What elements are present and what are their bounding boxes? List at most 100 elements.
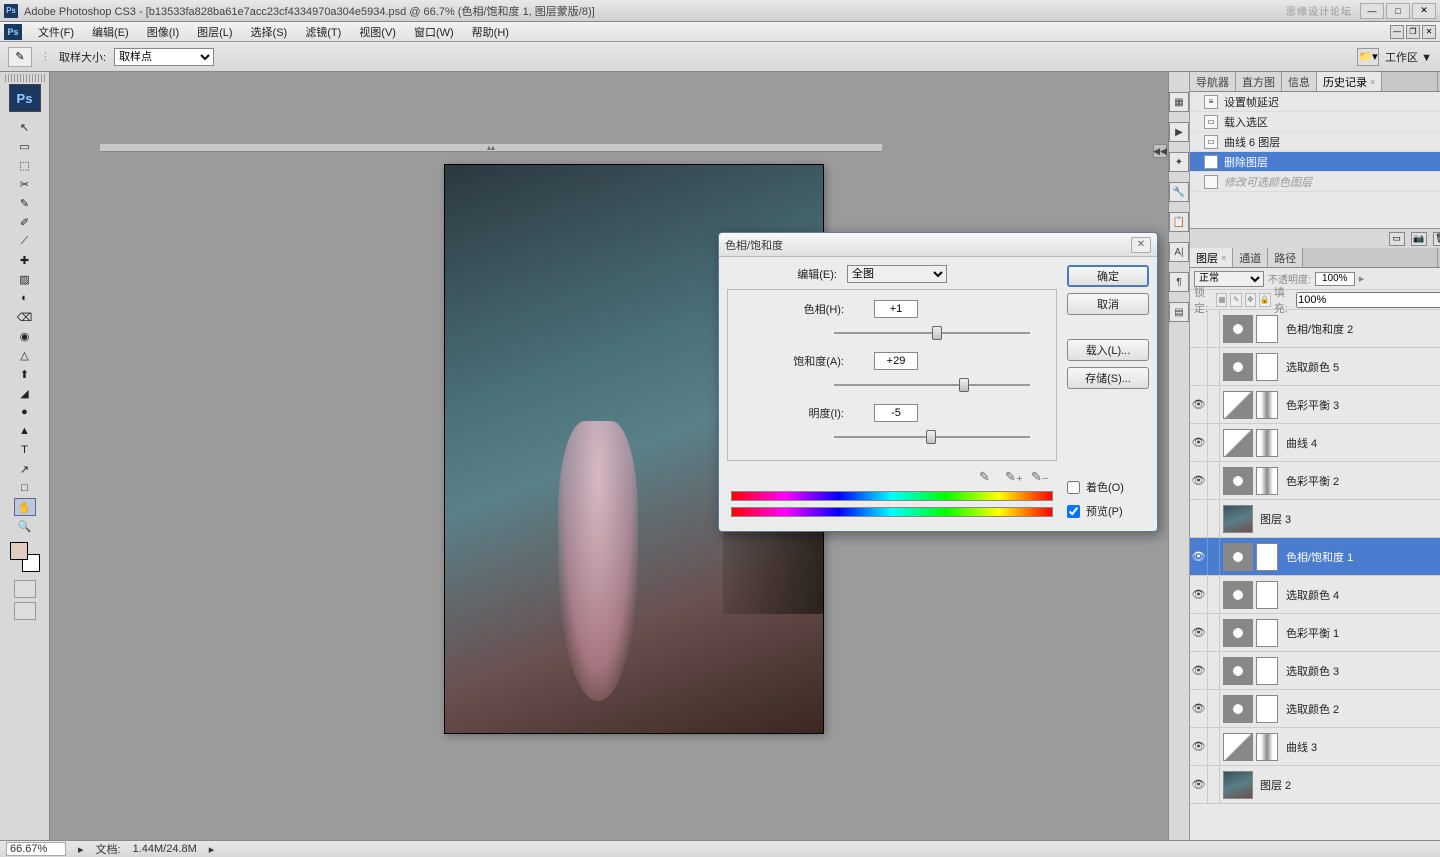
visibility-toggle[interactable]: 👁 — [1190, 538, 1208, 575]
tool-2[interactable]: ⬚ — [14, 156, 36, 174]
layer-item[interactable]: 👁 色相/饱和度 1 — [1190, 538, 1440, 576]
history-panel-menu[interactable]: ▸≡ — [1437, 72, 1440, 91]
panel-shortcut-7[interactable]: ▤ — [1169, 302, 1189, 322]
layers-panel-menu[interactable]: ▸≡ — [1437, 248, 1440, 267]
toolbox-grip[interactable] — [5, 74, 45, 82]
create-document-icon[interactable]: ▭ — [1389, 232, 1405, 246]
tool-13[interactable]: ⬆ — [14, 365, 36, 383]
edit-select[interactable]: 全图 — [847, 265, 947, 283]
link-column[interactable] — [1208, 424, 1220, 461]
hue-input[interactable] — [874, 300, 918, 318]
layer-name[interactable]: 色相/饱和度 2 — [1282, 321, 1440, 337]
visibility-toggle[interactable] — [1190, 500, 1208, 537]
hue-slider[interactable] — [834, 324, 1030, 344]
menu-help[interactable]: 帮助(H) — [464, 22, 517, 42]
lightness-input[interactable] — [874, 404, 918, 422]
preview-checkbox[interactable]: 预览(P) — [1067, 503, 1149, 519]
layer-thumb[interactable] — [1223, 695, 1253, 723]
tool-10[interactable]: ⌫ — [14, 308, 36, 326]
tool-18[interactable]: ↗ — [14, 460, 36, 478]
layer-name[interactable]: 色彩平衡 3 — [1282, 397, 1440, 413]
panel-shortcut-1[interactable]: ▶ — [1169, 122, 1189, 142]
load-button[interactable]: 载入(L)... — [1067, 339, 1149, 361]
layer-item[interactable]: 👁色彩平衡 2 — [1190, 462, 1440, 500]
tool-0[interactable]: ↖ — [14, 118, 36, 136]
dialog-titlebar[interactable]: 色相/饱和度 ✕ — [719, 233, 1157, 257]
visibility-toggle[interactable]: 👁 — [1190, 652, 1208, 689]
tool-20[interactable]: ✋ — [14, 498, 36, 516]
link-column[interactable] — [1208, 728, 1220, 765]
eyedropper-add-icon[interactable]: ✎₊ — [1005, 469, 1021, 485]
ps-home-icon[interactable]: Ps — [4, 24, 22, 40]
screenmode-toggle[interactable] — [14, 602, 36, 620]
lock-transparent-icon[interactable]: ▦ — [1216, 293, 1227, 307]
tool-8[interactable]: ▨ — [14, 270, 36, 288]
layer-item[interactable]: 色相/饱和度 2 — [1190, 310, 1440, 348]
colorize-checkbox[interactable]: 着色(O) — [1067, 479, 1149, 495]
layer-thumb[interactable] — [1223, 771, 1253, 799]
layer-item[interactable]: 👁选取颜色 4 — [1190, 576, 1440, 614]
panel-shortcut-5[interactable]: A| — [1169, 242, 1189, 262]
visibility-toggle[interactable]: 👁 — [1190, 614, 1208, 651]
menu-window[interactable]: 窗口(W) — [406, 22, 462, 42]
panel-shortcut-4[interactable]: 📋 — [1169, 212, 1189, 232]
layer-mask-thumb[interactable] — [1256, 581, 1278, 609]
tool-5[interactable]: ✐ — [14, 213, 36, 231]
tool-1[interactable]: ▭ — [14, 137, 36, 155]
layer-thumb[interactable] — [1223, 315, 1253, 343]
minimize-button[interactable]: — — [1360, 3, 1384, 19]
link-column[interactable] — [1208, 652, 1220, 689]
layer-thumb[interactable] — [1223, 657, 1253, 685]
quickmask-toggle[interactable] — [14, 580, 36, 598]
layer-name[interactable]: 色相/饱和度 1 — [1282, 549, 1440, 565]
link-column[interactable] — [1208, 462, 1220, 499]
layer-item[interactable]: 👁色彩平衡 1 — [1190, 614, 1440, 652]
layer-thumb[interactable] — [1223, 733, 1253, 761]
saturation-input[interactable] — [874, 352, 918, 370]
delete-history-icon[interactable]: 🗑 — [1433, 232, 1440, 246]
visibility-toggle[interactable]: 👁 — [1190, 576, 1208, 613]
workspace-menu[interactable]: 工作区 ▼ — [1385, 49, 1432, 65]
current-tool-icon[interactable]: ✎ — [8, 47, 32, 67]
save-button[interactable]: 存储(S)... — [1067, 367, 1149, 389]
eyedropper-icon[interactable]: ✎ — [979, 469, 995, 485]
layer-item[interactable]: 👁选取颜色 2 — [1190, 690, 1440, 728]
layer-item[interactable]: 👁图层 2 — [1190, 766, 1440, 804]
visibility-toggle[interactable] — [1190, 310, 1208, 347]
layer-thumb[interactable] — [1223, 581, 1253, 609]
layer-mask-thumb[interactable] — [1256, 695, 1278, 723]
history-item[interactable]: ▭删除图层 — [1190, 152, 1440, 172]
link-column[interactable] — [1208, 690, 1220, 727]
link-column[interactable] — [1208, 500, 1220, 537]
tab-navigator[interactable]: 导航器 — [1190, 72, 1236, 91]
layer-name[interactable]: 曲线 4 — [1282, 435, 1440, 451]
menu-image[interactable]: 图像(I) — [139, 22, 187, 42]
layer-mask-thumb[interactable] — [1256, 353, 1278, 381]
panel-shortcut-3[interactable]: 🔧 — [1169, 182, 1189, 202]
tool-19[interactable]: □ — [14, 479, 36, 497]
tool-17[interactable]: T — [14, 441, 36, 459]
layer-item[interactable]: 图层 3 — [1190, 500, 1440, 538]
layer-thumb[interactable] — [1223, 467, 1253, 495]
layer-thumb[interactable] — [1223, 505, 1253, 533]
history-item[interactable]: ▭载入选区 — [1190, 112, 1440, 132]
dialog-close-button[interactable]: ✕ — [1131, 237, 1151, 253]
menu-view[interactable]: 视图(V) — [351, 22, 404, 42]
menu-edit[interactable]: 编辑(E) — [84, 22, 137, 42]
link-column[interactable] — [1208, 386, 1220, 423]
layer-name[interactable]: 选取颜色 5 — [1282, 359, 1440, 375]
link-column[interactable] — [1208, 310, 1220, 347]
tool-3[interactable]: ✂ — [14, 175, 36, 193]
tab-info[interactable]: 信息 — [1282, 72, 1317, 91]
ok-button[interactable]: 确定 — [1067, 265, 1149, 287]
menu-file[interactable]: 文件(F) — [30, 22, 82, 42]
tool-14[interactable]: ◢ — [14, 384, 36, 402]
panel-collapse-toggle[interactable]: ◀◀ — [1153, 144, 1167, 158]
tool-7[interactable]: ✚ — [14, 251, 36, 269]
lock-all-icon[interactable]: 🔒 — [1259, 293, 1271, 307]
tool-11[interactable]: ◉ — [14, 327, 36, 345]
layer-name[interactable]: 选取颜色 3 — [1282, 663, 1440, 679]
layer-item[interactable]: 选取颜色 5 — [1190, 348, 1440, 386]
layer-item[interactable]: 👁 选取颜色 3 — [1190, 652, 1440, 690]
tool-12[interactable]: △ — [14, 346, 36, 364]
